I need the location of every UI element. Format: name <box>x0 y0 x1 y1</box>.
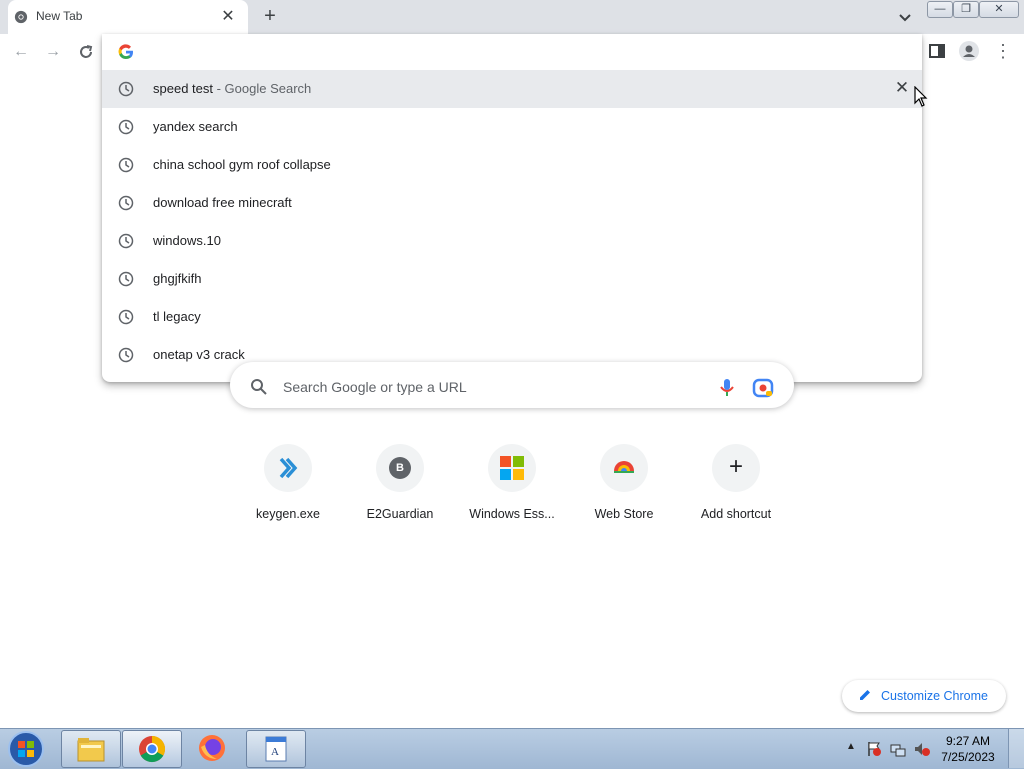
taskbar-wordpad-button[interactable]: A <box>246 730 306 768</box>
minimize-button[interactable]: — <box>927 1 953 18</box>
history-clock-icon <box>118 119 134 135</box>
history-clock-icon <box>118 309 134 325</box>
history-clock-icon <box>118 233 134 249</box>
network-icon[interactable] <box>890 741 906 757</box>
tab-title: New Tab <box>36 9 83 23</box>
plus-icon: + <box>728 453 743 480</box>
file-explorer-icon <box>77 738 105 762</box>
omnibox-suggestion[interactable]: china school gym roof collapse <box>102 146 922 184</box>
new-tab-button[interactable]: + <box>258 5 282 29</box>
history-clock-icon <box>118 347 134 363</box>
shortcut-tile[interactable]: Web Store <box>568 440 680 536</box>
history-clock-icon <box>118 81 134 97</box>
back-icon[interactable]: ← <box>10 41 32 63</box>
menu-kebab-icon[interactable]: ⋮ <box>994 40 1012 62</box>
side-panel-icon[interactable] <box>928 42 946 60</box>
pencil-icon <box>860 690 870 700</box>
omnibox-suggestion[interactable]: ghgjfkifh <box>102 260 922 298</box>
shortcut-label: E2Guardian <box>366 507 434 521</box>
forward-icon[interactable]: → <box>42 41 64 63</box>
maximize-button[interactable]: ❐ <box>953 1 979 18</box>
svg-text:A: A <box>271 746 279 758</box>
wordpad-icon: A <box>265 736 287 762</box>
taskbar-firefox-button[interactable] <box>183 730 241 766</box>
mouse-cursor-icon <box>914 86 928 107</box>
web-store-icon <box>614 461 634 473</box>
tab-close-icon[interactable]: ✕ <box>218 7 238 27</box>
suggestion-text: tl legacy <box>153 309 201 324</box>
chevron-double-icon <box>279 457 298 479</box>
suggestion-text: onetap v3 crack <box>153 347 245 362</box>
omnibox-input[interactable] <box>148 40 892 68</box>
chrome-icon <box>14 10 28 24</box>
omnibox-suggestion[interactable]: tl legacy <box>102 298 922 336</box>
shortcut-label: Web Store <box>594 507 654 521</box>
history-clock-icon <box>118 271 134 287</box>
suggestion-text: ghgjfkifh <box>153 271 202 286</box>
customize-chrome-label: Customize Chrome <box>881 689 988 703</box>
search-icon <box>251 379 267 395</box>
omnibox-suggestion[interactable]: speed test - Google Search ✕ <box>102 70 922 108</box>
shortcut-label: Add shortcut <box>700 507 772 521</box>
clock-date[interactable]: 7/25/2023 <box>938 750 998 764</box>
reload-icon[interactable] <box>77 43 95 61</box>
suggestion-text: speed test <box>153 81 213 96</box>
letter-b-icon: B <box>389 457 411 479</box>
shortcut-label: keygen.exe <box>256 507 320 521</box>
tab-search-chevron-icon[interactable] <box>894 6 916 28</box>
google-g-icon <box>118 44 133 60</box>
omnibox-suggestion[interactable]: yandex search <box>102 108 922 146</box>
remove-suggestion-icon[interactable]: ✕ <box>892 78 912 98</box>
suggestion-text: download free minecraft <box>153 195 292 210</box>
history-clock-icon <box>118 195 134 211</box>
action-center-flag-icon[interactable] <box>866 741 882 757</box>
clock-time[interactable]: 9:27 AM <box>938 734 998 748</box>
shortcut-tile[interactable]: keygen.exe <box>232 440 344 536</box>
suggestion-text: china school gym roof collapse <box>153 157 331 172</box>
windows-logo-icon <box>500 456 524 480</box>
suggestion-text: windows.10 <box>153 233 221 248</box>
suggestion-text: yandex search <box>153 119 238 134</box>
close-window-button[interactable]: ✕ <box>979 1 1019 18</box>
shortcut-tile[interactable]: B E2Guardian <box>344 440 456 536</box>
shortcut-tile[interactable]: + Add shortcut <box>680 440 792 536</box>
suggestion-subtext: - Google Search <box>213 81 312 96</box>
shortcut-label: Windows Ess... <box>469 507 555 521</box>
omnibox-suggestion[interactable]: windows.10 <box>102 222 922 260</box>
ntp-search-placeholder: Search Google or type a URL <box>283 379 467 395</box>
volume-muted-icon[interactable] <box>914 741 930 757</box>
tray-show-hidden-icon[interactable]: ▲ <box>846 741 856 755</box>
firefox-icon <box>199 735 225 761</box>
profile-avatar-icon[interactable] <box>958 40 980 62</box>
history-clock-icon <box>118 157 134 173</box>
taskbar-chrome-button[interactable] <box>122 730 182 768</box>
start-orb-icon[interactable] <box>6 730 46 768</box>
show-desktop-button[interactable] <box>1008 729 1024 768</box>
omnibox-suggestion[interactable]: download free minecraft <box>102 184 922 222</box>
shortcut-tile[interactable]: Windows Ess... <box>456 440 568 536</box>
chrome-icon <box>139 735 166 763</box>
google-lens-icon[interactable] <box>752 378 774 398</box>
taskbar-file-explorer-button[interactable] <box>61 730 121 768</box>
voice-search-mic-icon[interactable] <box>718 378 736 398</box>
